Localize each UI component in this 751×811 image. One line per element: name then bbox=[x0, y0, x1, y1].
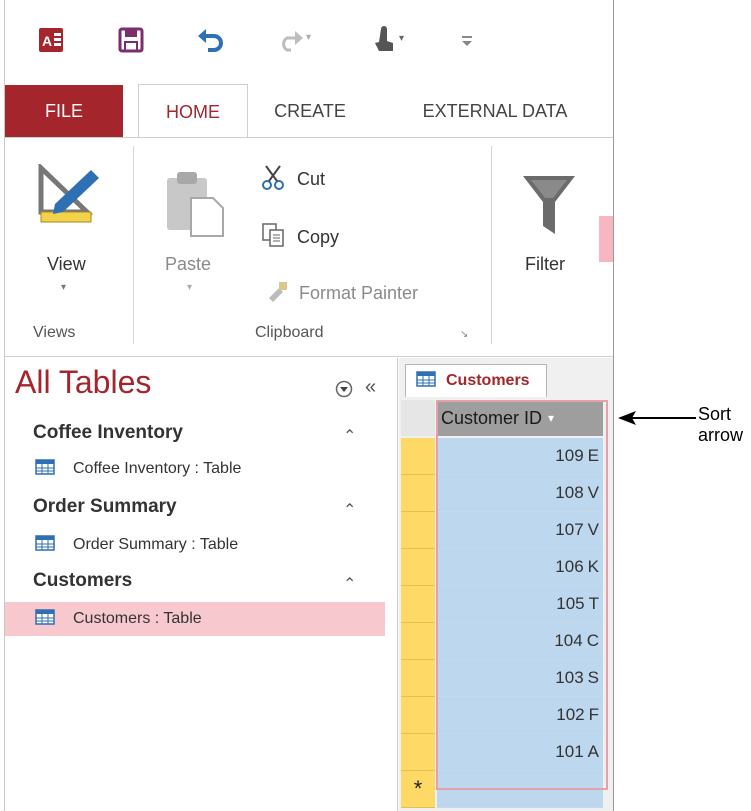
select-all-corner[interactable] bbox=[401, 400, 435, 436]
clipboard-launcher-icon[interactable]: ↘ bbox=[460, 329, 468, 340]
svg-text:▾: ▾ bbox=[306, 32, 311, 43]
ribbon: View ▾ Views Paste ▾ Cut Copy Format Pai… bbox=[5, 137, 613, 357]
table-icon bbox=[416, 370, 436, 392]
collapse-pane-icon[interactable]: « bbox=[365, 376, 376, 399]
navigation-pane: All Tables « Coffee Inventory ⌃ Coffee I… bbox=[5, 358, 398, 811]
nav-menu-icon[interactable] bbox=[335, 380, 353, 403]
touch-mode-icon[interactable]: ▾ bbox=[367, 22, 415, 58]
nav-item-customers[interactable]: Customers : Table bbox=[5, 602, 385, 636]
cut-button[interactable]: Cut bbox=[261, 162, 381, 196]
collapse-group-icon[interactable]: ⌃ bbox=[343, 574, 356, 594]
paste-icon bbox=[165, 168, 225, 243]
nav-item-coffee-inventory[interactable]: Coffee Inventory : Table bbox=[5, 452, 385, 486]
view-label: View bbox=[47, 254, 86, 274]
format-painter-icon bbox=[265, 280, 289, 307]
row-selector[interactable] bbox=[401, 697, 435, 734]
filter-button[interactable]: Filter bbox=[511, 148, 591, 308]
view-icon bbox=[37, 162, 103, 231]
format-painter-label: Format Painter bbox=[299, 282, 419, 303]
datasheet-view: Customers Customer ID ▾ 109 E 108 V 107 V 1… bbox=[399, 358, 613, 811]
nav-pane-title[interactable]: All Tables bbox=[15, 364, 151, 401]
cut-label: Cut bbox=[297, 168, 326, 189]
ribbon-tabs: FILE HOME CREATE EXTERNAL DATA bbox=[5, 84, 613, 139]
collapse-group-icon[interactable]: ⌃ bbox=[343, 500, 356, 520]
sort-arrow-callout bbox=[618, 403, 698, 433]
row-selector[interactable] bbox=[401, 475, 435, 512]
copy-button[interactable]: Copy bbox=[261, 220, 381, 254]
nav-item-label: Coffee Inventory : Table bbox=[73, 460, 242, 477]
redo-icon[interactable]: ▾ bbox=[273, 22, 317, 58]
document-tab-label: Customers bbox=[446, 372, 530, 389]
tab-file[interactable]: FILE bbox=[5, 85, 123, 137]
access-window: A ▾ ▾ FILE HOME CREATE EXTERNAL DATA Vie… bbox=[4, 0, 614, 811]
new-record-selector[interactable]: * bbox=[401, 771, 435, 808]
nav-group-customers[interactable]: Customers bbox=[33, 570, 132, 592]
paste-dropdown-icon: ▾ bbox=[187, 282, 193, 293]
row-selector[interactable] bbox=[401, 734, 435, 771]
group-views: Views bbox=[33, 324, 76, 341]
row-selector[interactable] bbox=[401, 586, 435, 623]
filter-icon bbox=[521, 174, 577, 243]
filter-label: Filter bbox=[525, 254, 565, 274]
customize-icon[interactable] bbox=[455, 22, 479, 58]
table-icon bbox=[35, 458, 55, 480]
paste-button[interactable]: Paste ▾ bbox=[153, 148, 235, 308]
svg-text:A: A bbox=[42, 33, 52, 49]
quick-access-toolbar: A ▾ ▾ bbox=[5, 0, 613, 80]
column-selection-outline bbox=[436, 400, 608, 790]
callout-arrow-icon bbox=[618, 411, 696, 425]
save-icon[interactable] bbox=[113, 22, 149, 58]
svg-text:▾: ▾ bbox=[399, 33, 404, 44]
group-clipboard: Clipboard bbox=[255, 324, 324, 341]
tab-home[interactable]: HOME bbox=[138, 84, 248, 139]
copy-label: Copy bbox=[297, 226, 340, 247]
nav-item-order-summary[interactable]: Order Summary : Table bbox=[5, 528, 385, 562]
nav-group-coffee-inventory[interactable]: Coffee Inventory bbox=[33, 422, 183, 444]
nav-item-label: Order Summary : Table bbox=[73, 536, 239, 553]
tab-external-data[interactable]: EXTERNAL DATA bbox=[395, 85, 595, 137]
table-icon bbox=[35, 608, 55, 630]
row-selector[interactable] bbox=[401, 660, 435, 697]
divider bbox=[133, 146, 134, 344]
view-dropdown-icon: ▾ bbox=[61, 282, 67, 293]
undo-icon[interactable] bbox=[193, 22, 229, 58]
table-icon bbox=[35, 534, 55, 556]
tab-create[interactable]: CREATE bbox=[255, 85, 365, 137]
row-selector[interactable] bbox=[401, 623, 435, 660]
format-painter-button[interactable]: Format Painter bbox=[265, 276, 465, 310]
callout-label: Sort arrow bbox=[698, 404, 744, 445]
row-selector[interactable] bbox=[401, 549, 435, 586]
paste-label: Paste bbox=[165, 254, 212, 274]
ribbon-highlight bbox=[599, 216, 613, 262]
copy-icon bbox=[261, 222, 287, 253]
nav-item-label: Customers : Table bbox=[73, 610, 202, 627]
scissors-icon bbox=[261, 164, 287, 195]
nav-group-order-summary[interactable]: Order Summary bbox=[33, 496, 177, 518]
row-selector[interactable] bbox=[401, 438, 435, 475]
document-tab-customers[interactable]: Customers bbox=[405, 364, 547, 397]
view-button[interactable]: View ▾ bbox=[19, 148, 109, 308]
access-icon[interactable]: A bbox=[33, 22, 69, 58]
row-selector[interactable] bbox=[401, 512, 435, 549]
collapse-group-icon[interactable]: ⌃ bbox=[343, 426, 356, 446]
divider bbox=[491, 146, 492, 344]
